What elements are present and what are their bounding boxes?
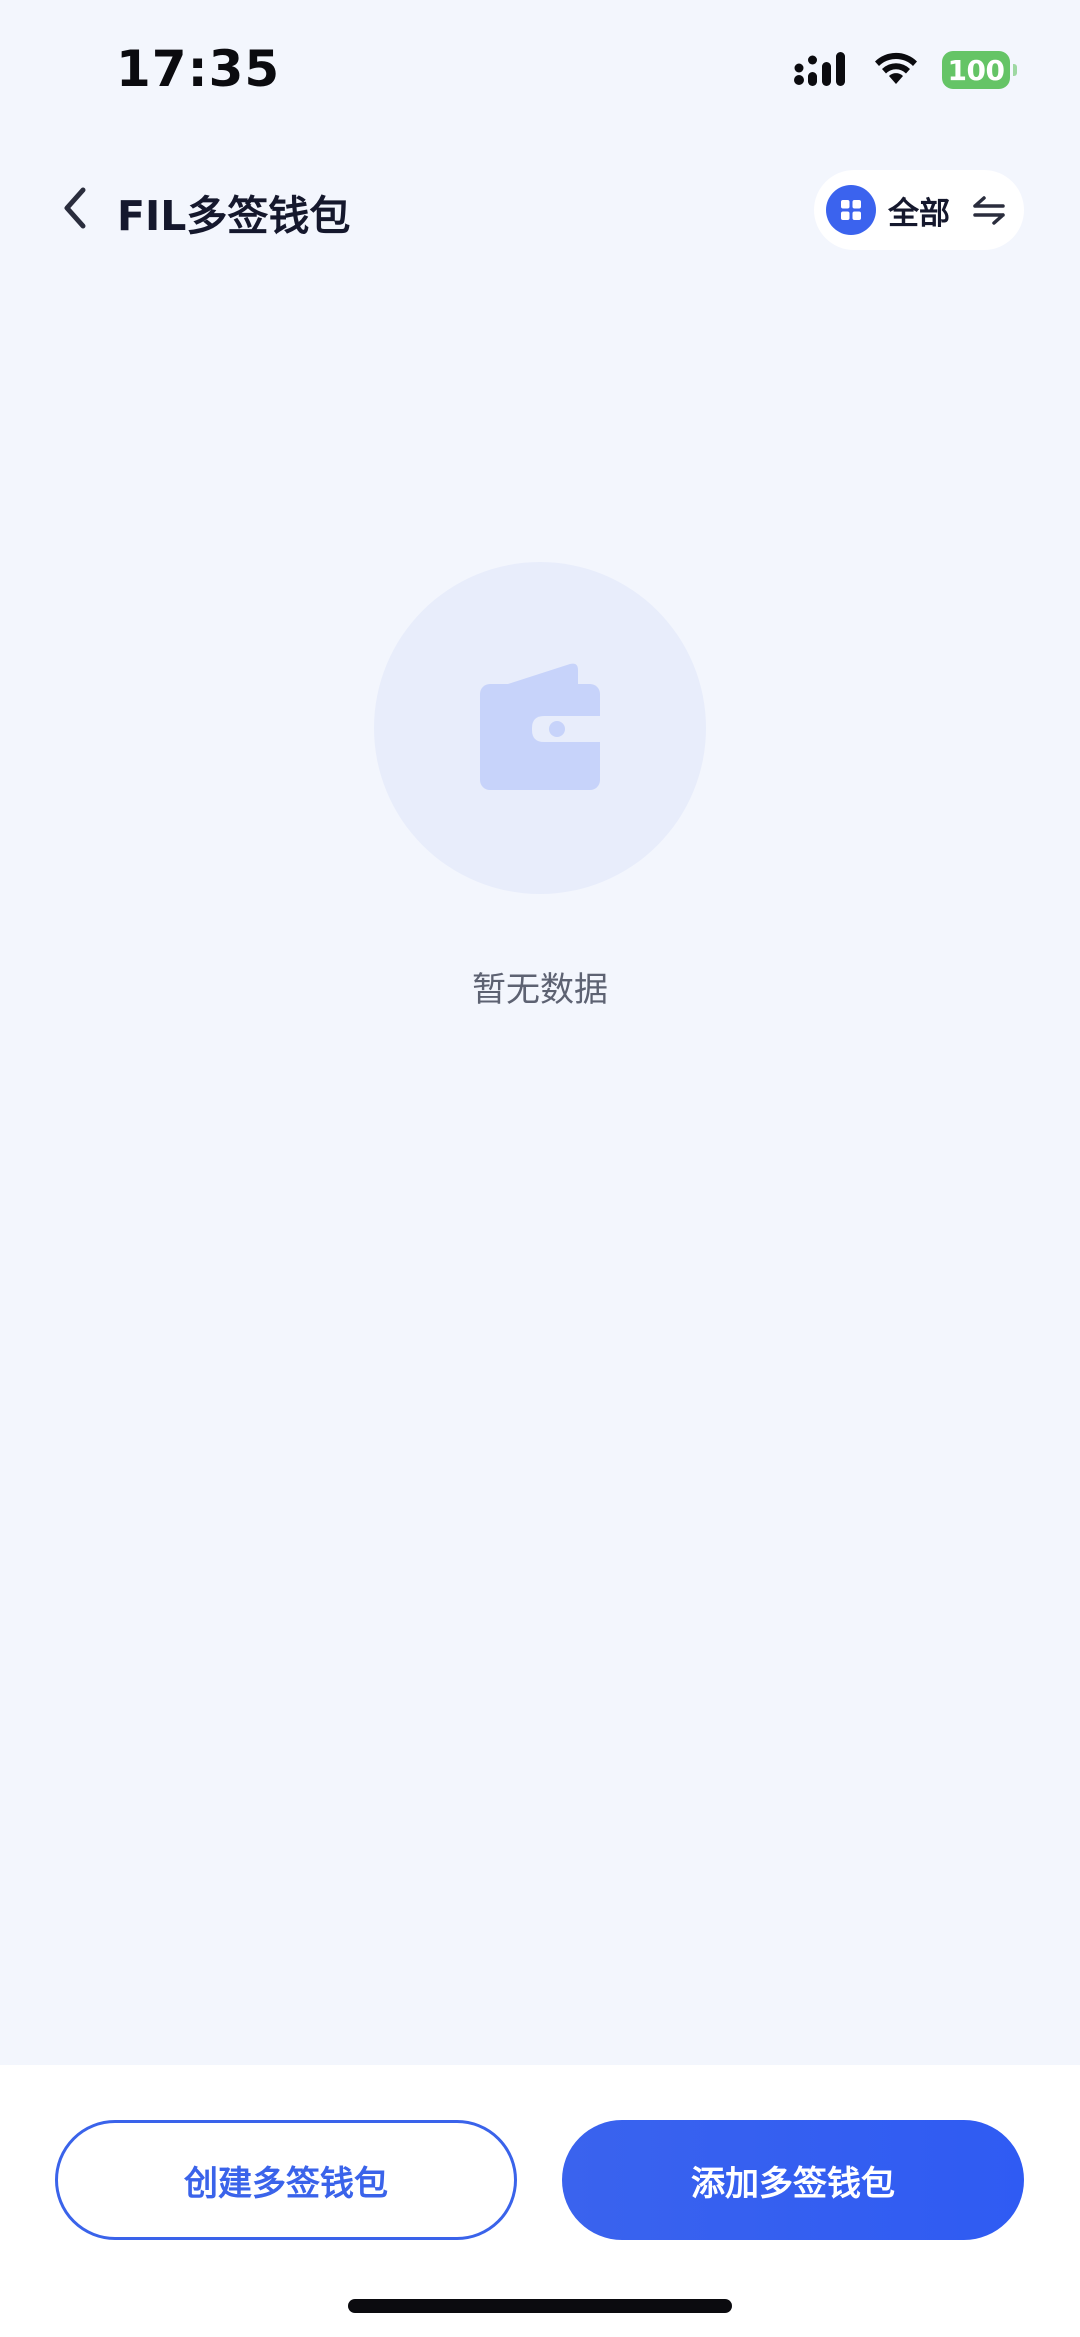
- network-filter-button[interactable]: 全部: [814, 170, 1024, 250]
- status-time: 17:35: [116, 40, 281, 98]
- filter-label: 全部: [888, 195, 950, 232]
- grid-icon: [826, 185, 876, 235]
- back-button[interactable]: [50, 182, 100, 238]
- header: FIL多签钱包 全部: [0, 160, 1080, 260]
- bottom-action-bar: 创建多签钱包 添加多签钱包: [0, 2065, 1080, 2337]
- empty-state-message: 暂无数据: [472, 970, 608, 1010]
- page-title: FIL多签钱包: [117, 192, 351, 240]
- swap-arrows-icon: [972, 195, 1006, 225]
- battery-indicator: 100: [942, 51, 1017, 89]
- chevron-left-icon: [61, 186, 89, 234]
- empty-state-illustration: [374, 562, 706, 894]
- wallet-icon: [478, 660, 602, 796]
- home-indicator[interactable]: [348, 2299, 732, 2313]
- cellular-signal-icon: [794, 50, 850, 90]
- add-multisig-wallet-button[interactable]: 添加多签钱包: [562, 2120, 1024, 2240]
- create-multisig-wallet-button[interactable]: 创建多签钱包: [55, 2120, 517, 2240]
- wifi-icon: [872, 50, 920, 90]
- status-bar: 17:35 100: [0, 0, 1080, 140]
- status-icons: 100: [794, 50, 1017, 90]
